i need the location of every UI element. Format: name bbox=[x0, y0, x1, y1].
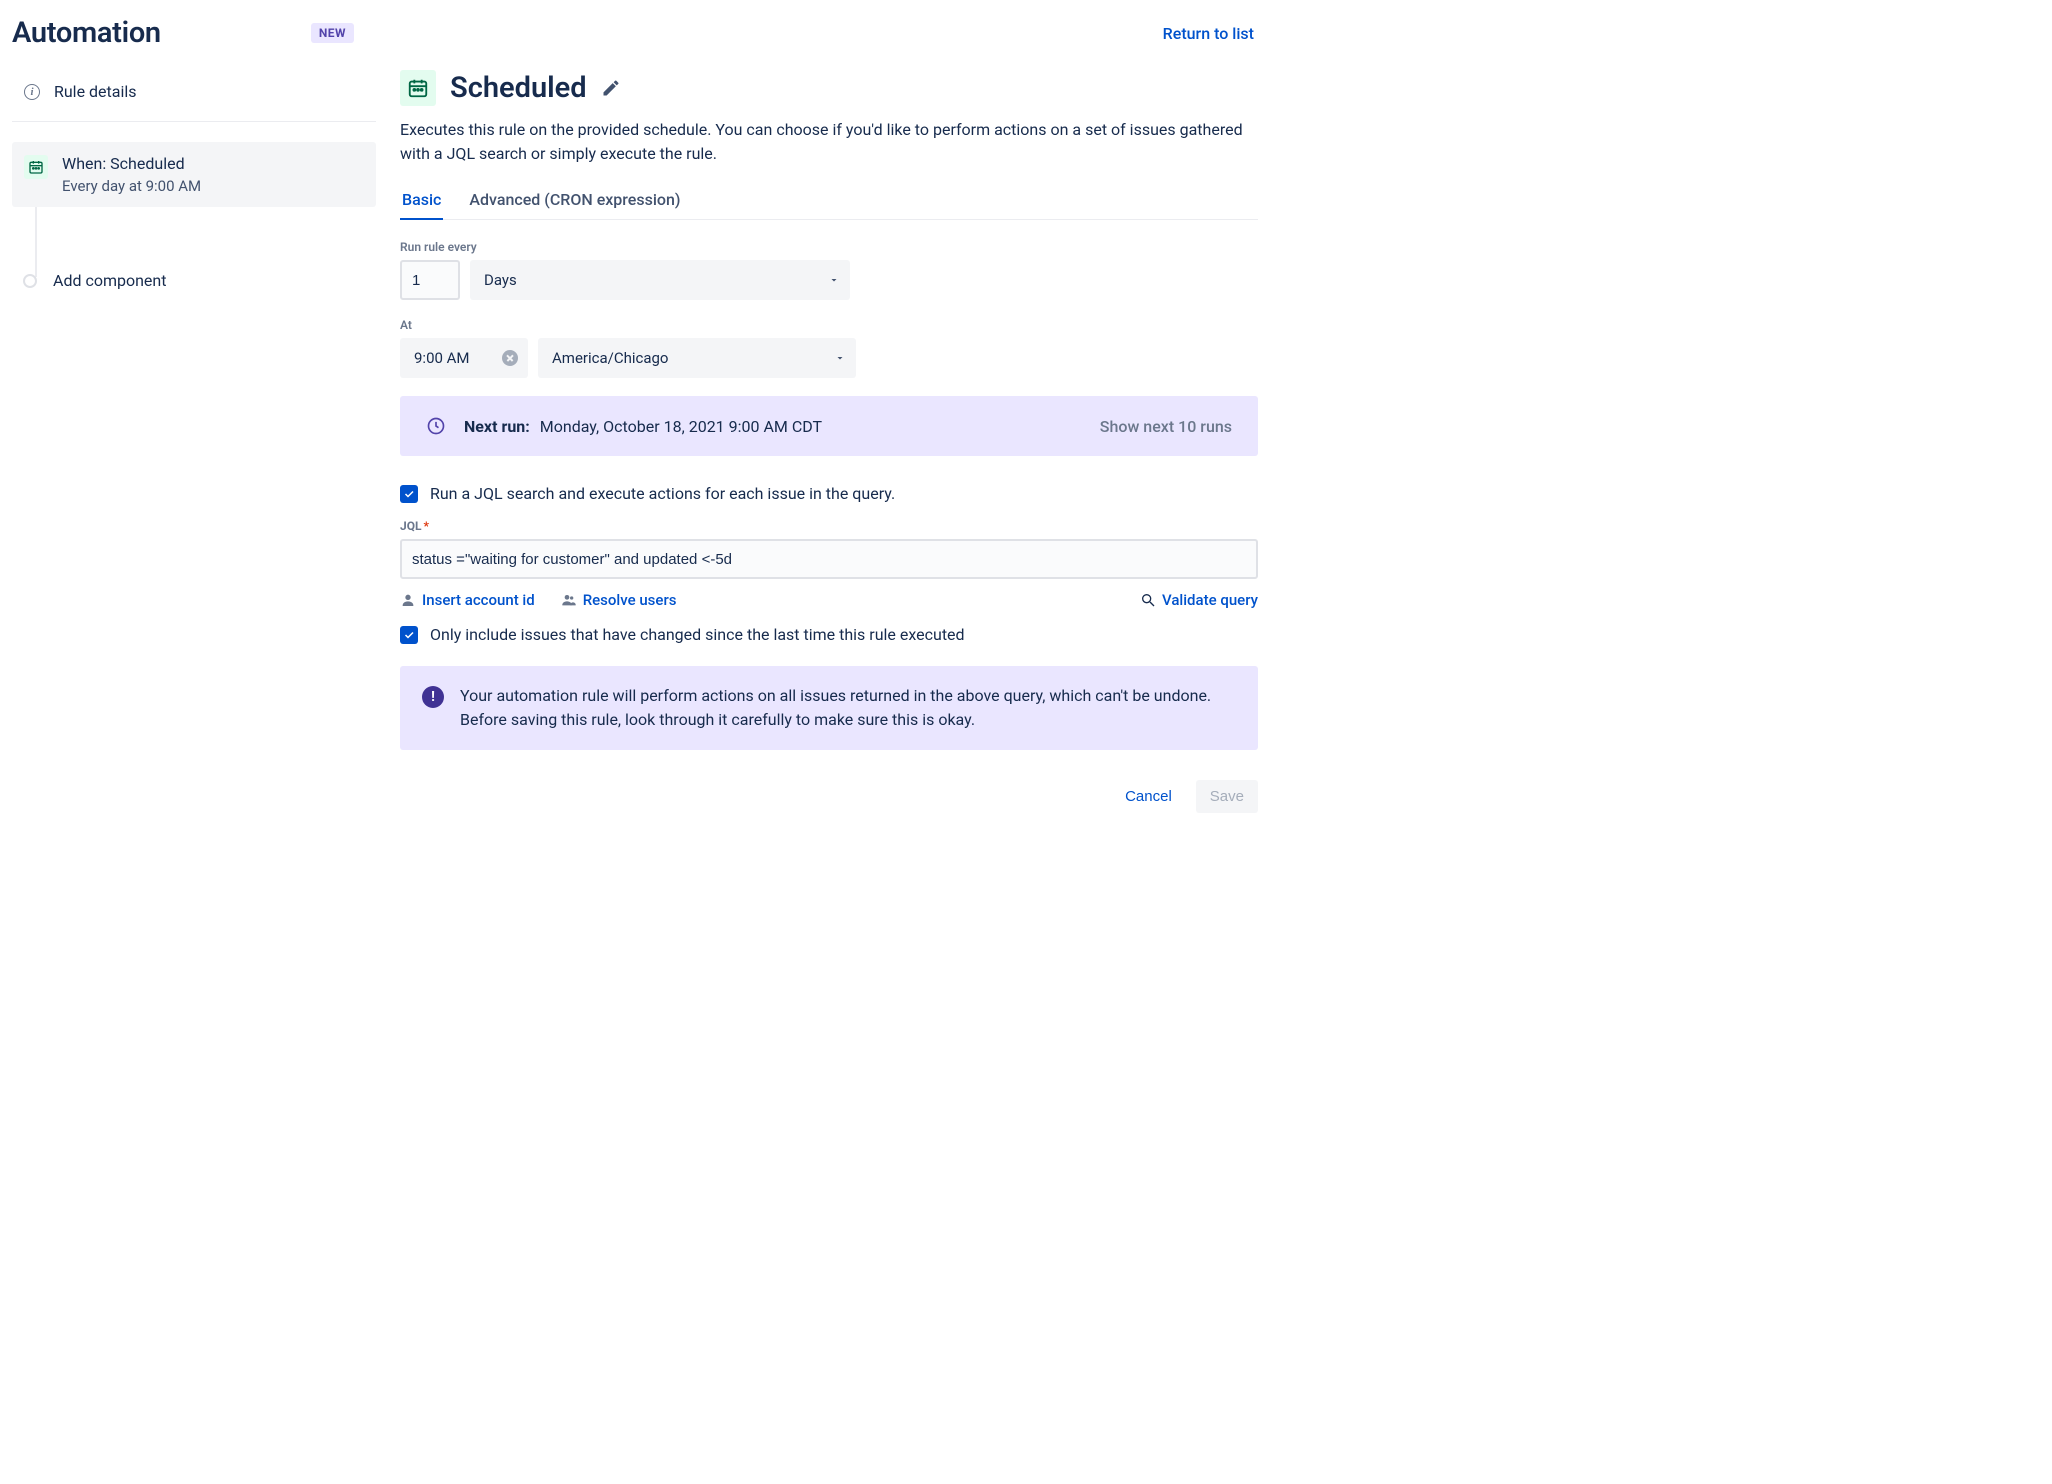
resolve-users-link[interactable]: Resolve users bbox=[561, 591, 677, 609]
warning-text: Your automation rule will perform action… bbox=[460, 684, 1236, 732]
info-icon: ! bbox=[422, 686, 444, 708]
next-run-panel: Next run: Monday, October 18, 2021 9:00 … bbox=[400, 396, 1258, 456]
rule-details-item[interactable]: Rule details bbox=[12, 70, 376, 113]
divider bbox=[12, 121, 376, 122]
pencil-icon[interactable] bbox=[601, 78, 621, 98]
timeline-connector bbox=[35, 207, 37, 277]
trigger-card[interactable]: When: Scheduled Every day at 9:00 AM bbox=[12, 142, 376, 207]
time-input[interactable]: 9:00 AM bbox=[400, 338, 528, 378]
add-component-button[interactable]: Add component bbox=[12, 271, 376, 290]
circle-icon bbox=[23, 274, 37, 288]
only-changed-checkbox[interactable] bbox=[400, 626, 418, 644]
action-buttons: Cancel Save bbox=[400, 780, 1258, 813]
timezone-value: America/Chicago bbox=[552, 349, 668, 367]
jql-input[interactable] bbox=[400, 539, 1258, 579]
return-to-list-link[interactable]: Return to list bbox=[1163, 24, 1254, 43]
trigger-subtitle: Every day at 9:00 AM bbox=[62, 177, 201, 195]
jql-search-label: Run a JQL search and execute actions for… bbox=[430, 484, 895, 503]
tab-basic[interactable]: Basic bbox=[400, 184, 443, 219]
save-button[interactable]: Save bbox=[1196, 780, 1258, 813]
page-header: Automation NEW Return to list bbox=[0, 0, 1270, 70]
time-value: 9:00 AM bbox=[414, 349, 470, 367]
sidebar: Rule details When: Scheduled Every day a… bbox=[0, 70, 388, 833]
rule-details-label: Rule details bbox=[54, 82, 137, 101]
next-run-value: Monday, October 18, 2021 9:00 AM CDT bbox=[540, 417, 822, 436]
jql-field-label: JQL* bbox=[400, 519, 1258, 533]
tab-advanced[interactable]: Advanced (CRON expression) bbox=[467, 184, 682, 219]
only-changed-label: Only include issues that have changed si… bbox=[430, 625, 965, 644]
show-next-runs-link[interactable]: Show next 10 runs bbox=[1100, 417, 1232, 436]
clock-icon bbox=[426, 416, 446, 436]
interval-input[interactable] bbox=[400, 260, 460, 300]
unit-value: Days bbox=[484, 271, 517, 289]
calendar-icon bbox=[24, 155, 48, 179]
clear-icon[interactable] bbox=[502, 350, 518, 366]
trigger-title: When: Scheduled bbox=[62, 154, 201, 173]
new-badge: NEW bbox=[311, 23, 354, 43]
chevron-down-icon bbox=[834, 352, 846, 364]
warning-panel: ! Your automation rule will perform acti… bbox=[400, 666, 1258, 750]
validate-query-link[interactable]: Validate query bbox=[1140, 591, 1258, 609]
tabs: Basic Advanced (CRON expression) bbox=[400, 184, 1258, 220]
component-description: Executes this rule on the provided sched… bbox=[400, 118, 1258, 166]
add-component-label: Add component bbox=[53, 271, 166, 290]
info-icon bbox=[24, 84, 40, 100]
at-label: At bbox=[400, 318, 1258, 332]
jql-search-checkbox[interactable] bbox=[400, 485, 418, 503]
chevron-down-icon bbox=[828, 274, 840, 286]
main-panel: Scheduled Executes this rule on the prov… bbox=[388, 70, 1270, 833]
unit-select[interactable]: Days bbox=[470, 260, 850, 300]
calendar-icon bbox=[400, 70, 436, 106]
insert-account-id-link[interactable]: Insert account id bbox=[400, 591, 535, 609]
page-title: Automation bbox=[12, 16, 161, 50]
run-every-label: Run rule every bbox=[400, 240, 1258, 254]
timezone-select[interactable]: America/Chicago bbox=[538, 338, 856, 378]
cancel-button[interactable]: Cancel bbox=[1111, 780, 1186, 813]
component-title: Scheduled bbox=[450, 71, 587, 105]
next-run-label: Next run: bbox=[464, 417, 530, 436]
